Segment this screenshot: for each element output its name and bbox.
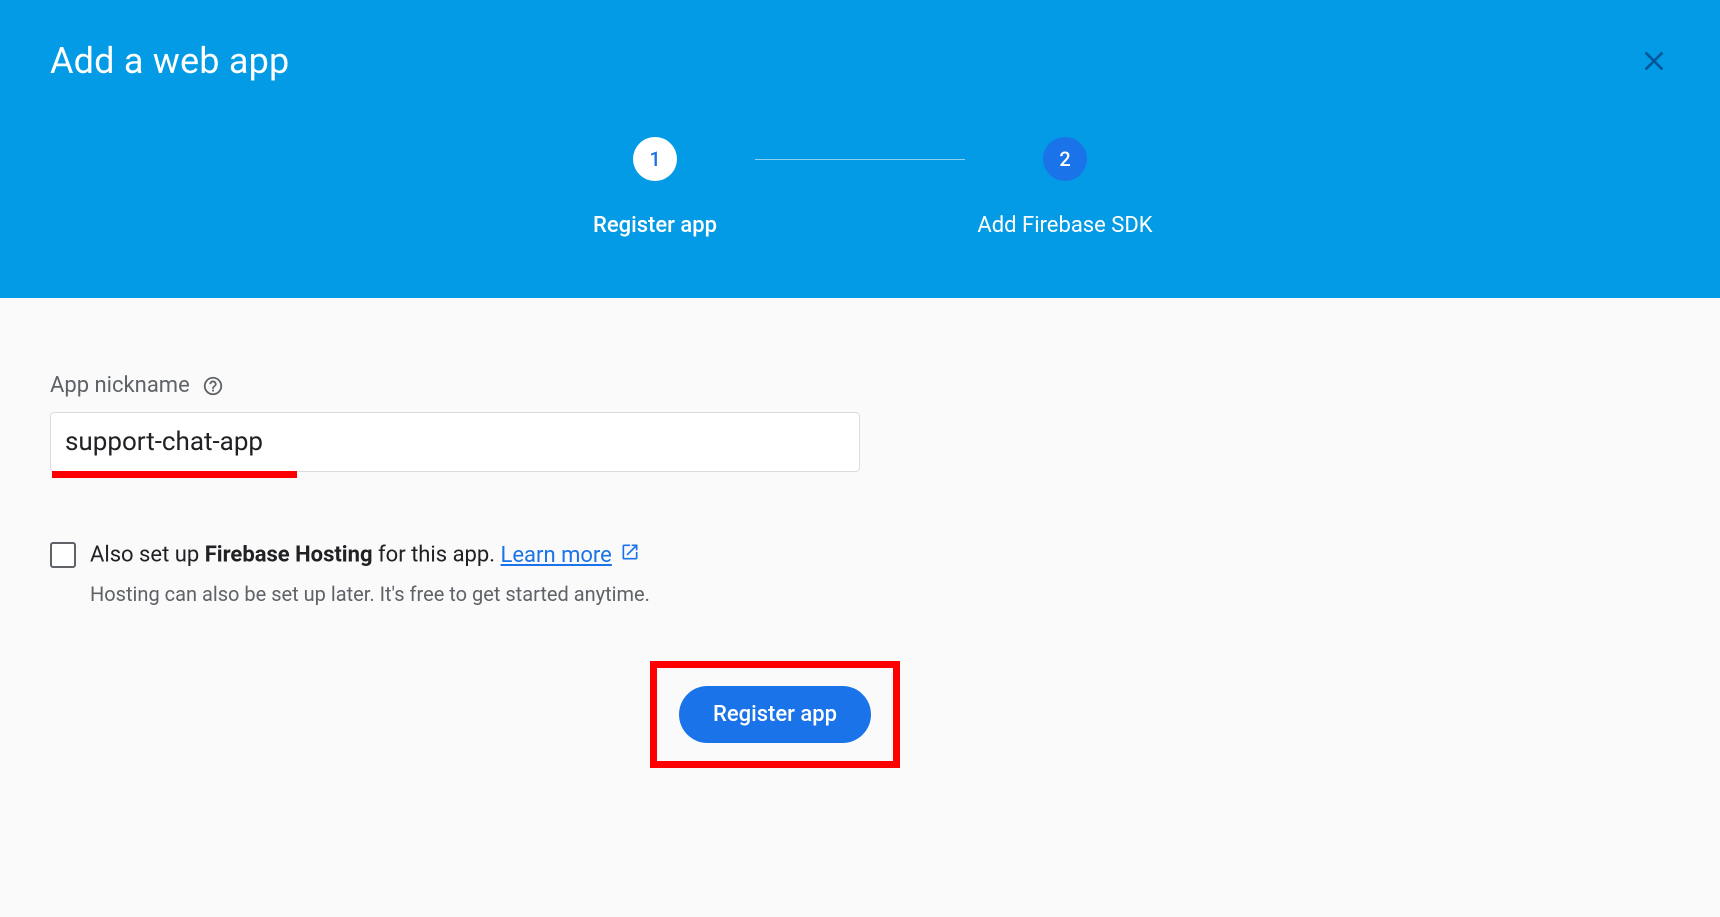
step-label-2: Add Firebase SDK: [977, 209, 1152, 243]
nickname-label: App nickname: [50, 373, 190, 398]
step-add-sdk: 2 Add Firebase SDK: [965, 137, 1165, 243]
wizard-header: Add a web app 1 Register app 2 Add Fireb…: [0, 0, 1720, 298]
close-button[interactable]: [1638, 45, 1670, 81]
page-title: Add a web app: [50, 40, 1670, 82]
hosting-label: Also set up Firebase Hosting for this ap…: [90, 542, 640, 568]
step-label-1: Register app: [593, 209, 717, 243]
hosting-subtext: Hosting can also be set up later. It's f…: [90, 582, 1670, 606]
step-connector: [755, 159, 965, 160]
external-link-icon: [620, 542, 640, 568]
step-number-2: 2: [1043, 137, 1087, 181]
close-icon: [1638, 62, 1670, 81]
hosting-option-row: Also set up Firebase Hosting for this ap…: [50, 542, 1670, 568]
help-icon[interactable]: [202, 375, 224, 397]
app-nickname-input[interactable]: [50, 412, 860, 472]
hosting-text-suffix: for this app.: [373, 543, 501, 568]
wizard-content: App nickname Also set up Firebase Hostin…: [0, 298, 1720, 768]
step-register-app: 1 Register app: [555, 137, 755, 243]
register-app-button[interactable]: Register app: [679, 686, 871, 743]
hosting-text-prefix: Also set up: [90, 543, 205, 568]
learn-more-link[interactable]: Learn more: [501, 542, 640, 568]
hosting-text-bold: Firebase Hosting: [205, 543, 373, 568]
learn-more-text: Learn more: [501, 543, 612, 568]
annotation-highlight-box: Register app: [650, 661, 900, 768]
stepper: 1 Register app 2 Add Firebase SDK: [50, 137, 1670, 243]
annotation-underline: [52, 471, 297, 478]
nickname-input-wrapper: [50, 412, 860, 472]
hosting-checkbox[interactable]: [50, 542, 76, 568]
step-number-1: 1: [633, 137, 677, 181]
nickname-label-row: App nickname: [50, 373, 1670, 398]
